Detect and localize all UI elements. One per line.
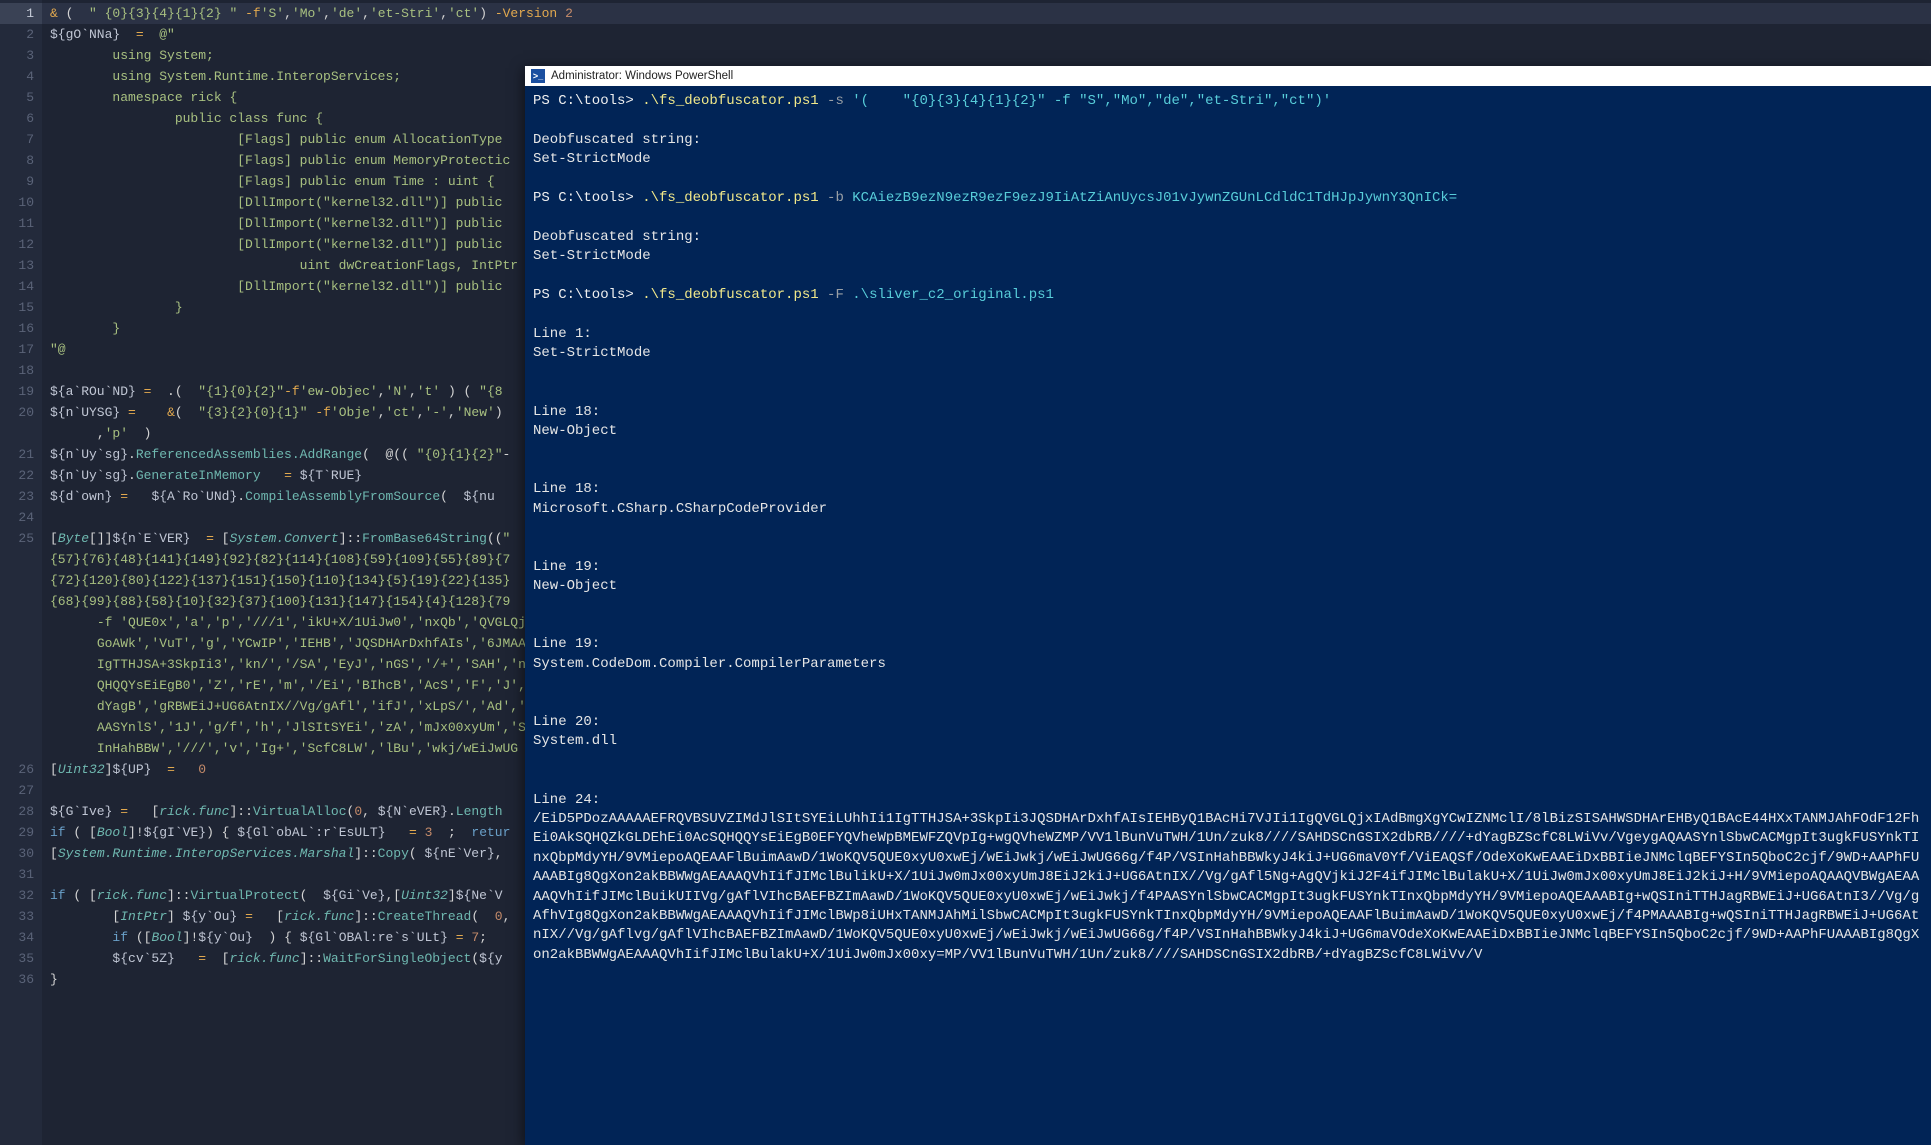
line-number: 15 (0, 297, 42, 318)
terminal-line (533, 597, 1923, 616)
terminal-line (533, 170, 1923, 189)
line-number: 8 (0, 150, 42, 171)
code-line[interactable]: & ( " {0}{3}{4}{1}{2} " -f'S','Mo','de',… (42, 3, 1931, 24)
terminal-line: New-Object (533, 422, 1923, 441)
line-number: 5 (0, 87, 42, 108)
terminal-line: PS C:\tools> .\fs_deobfuscator.ps1 -s '(… (533, 92, 1923, 111)
line-number: 7 (0, 129, 42, 150)
terminal-line: Line 18: (533, 480, 1923, 499)
line-number-continuation (0, 717, 42, 738)
powershell-icon: >_ (531, 69, 545, 83)
window-title: Administrator: Windows PowerShell (551, 70, 733, 82)
line-number: 21 (0, 444, 42, 465)
line-number: 28 (0, 801, 42, 822)
line-number: 1 (0, 3, 42, 24)
line-number: 32 (0, 885, 42, 906)
line-number: 16 (0, 318, 42, 339)
terminal-line: Set-StrictMode (533, 344, 1923, 363)
line-number: 19 (0, 381, 42, 402)
line-number-continuation (0, 738, 42, 759)
terminal-line (533, 519, 1923, 538)
line-number: 23 (0, 486, 42, 507)
line-number: 30 (0, 843, 42, 864)
terminal-line: Line 24: (533, 791, 1923, 810)
line-number: 4 (0, 66, 42, 87)
line-number: 33 (0, 906, 42, 927)
terminal-line (533, 674, 1923, 693)
line-number: 17 (0, 339, 42, 360)
terminal-line: PS C:\tools> .\fs_deobfuscator.ps1 -b KC… (533, 189, 1923, 208)
line-number-continuation (0, 549, 42, 570)
terminal-line: Deobfuscated string: (533, 131, 1923, 150)
terminal-line: Line 19: (533, 558, 1923, 577)
terminal-line: Line 20: (533, 713, 1923, 732)
line-number: 12 (0, 234, 42, 255)
titlebar[interactable]: >_ Administrator: Windows PowerShell (525, 66, 1931, 86)
code-line[interactable]: ${gO`NNa} = @" (42, 24, 1931, 45)
terminal-line: New-Object (533, 577, 1923, 596)
terminal-line: Microsoft.CSharp.CSharpCodeProvider (533, 500, 1923, 519)
terminal-line (533, 616, 1923, 635)
line-number: 2 (0, 24, 42, 45)
line-number: 11 (0, 213, 42, 234)
terminal-line: Set-StrictMode (533, 150, 1923, 169)
terminal-line (533, 208, 1923, 227)
terminal-line (533, 111, 1923, 130)
line-number-continuation (0, 675, 42, 696)
line-number-continuation (0, 696, 42, 717)
terminal-line: System.dll (533, 732, 1923, 751)
line-number: 20 (0, 402, 42, 423)
line-number: 36 (0, 969, 42, 990)
terminal-line: Deobfuscated string: (533, 228, 1923, 247)
line-number-continuation (0, 633, 42, 654)
line-number: 24 (0, 507, 42, 528)
line-number: 31 (0, 864, 42, 885)
line-number: 6 (0, 108, 42, 129)
line-number-continuation (0, 591, 42, 612)
line-number: 35 (0, 948, 42, 969)
line-number: 3 (0, 45, 42, 66)
terminal-line: Set-StrictMode (533, 247, 1923, 266)
code-line[interactable]: using System; (42, 45, 1931, 66)
terminal-line (533, 383, 1923, 402)
terminal-line: PS C:\tools> .\fs_deobfuscator.ps1 -F .\… (533, 286, 1923, 305)
terminal-line (533, 771, 1923, 790)
line-number-continuation (0, 654, 42, 675)
terminal-line (533, 461, 1923, 480)
line-number-continuation (0, 423, 42, 444)
line-number: 25 (0, 528, 42, 549)
line-number: 10 (0, 192, 42, 213)
line-number: 29 (0, 822, 42, 843)
line-number: 27 (0, 780, 42, 801)
line-number-continuation (0, 612, 42, 633)
powershell-window[interactable]: >_ Administrator: Windows PowerShell PS … (525, 66, 1931, 1145)
line-number: 18 (0, 360, 42, 381)
line-number: 9 (0, 171, 42, 192)
terminal-line (533, 752, 1923, 771)
line-number: 14 (0, 276, 42, 297)
terminal-line (533, 305, 1923, 324)
line-number: 22 (0, 465, 42, 486)
line-number-continuation (0, 570, 42, 591)
terminal-line: Line 1: (533, 325, 1923, 344)
line-number-gutter: 1234567891011121314151617181920 21222324… (0, 0, 42, 1145)
line-number: 13 (0, 255, 42, 276)
terminal-line (533, 364, 1923, 383)
terminal-line: Line 19: (533, 635, 1923, 654)
line-number: 34 (0, 927, 42, 948)
terminal-content[interactable]: PS C:\tools> .\fs_deobfuscator.ps1 -s '(… (525, 86, 1931, 1145)
terminal-line (533, 538, 1923, 557)
terminal-line: /EiD5PDozAAAAAEFRQVBSUVZIMdJlSItSYEiLUhh… (533, 810, 1923, 965)
terminal-line (533, 441, 1923, 460)
terminal-line: Line 18: (533, 403, 1923, 422)
terminal-line (533, 267, 1923, 286)
line-number: 26 (0, 759, 42, 780)
terminal-line: System.CodeDom.Compiler.CompilerParamete… (533, 655, 1923, 674)
terminal-line (533, 694, 1923, 713)
